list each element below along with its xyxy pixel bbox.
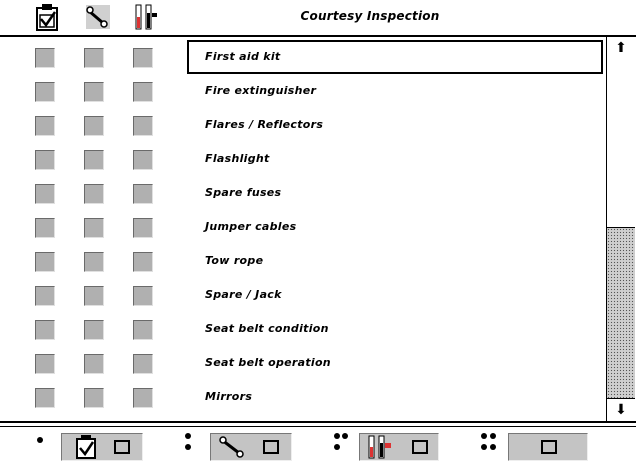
list-item-label[interactable]: Flashlight xyxy=(205,152,270,165)
list-item-label[interactable]: Seat belt operation xyxy=(205,356,331,369)
page-dot-indicator xyxy=(37,437,43,443)
list-item-label[interactable]: Spare / Jack xyxy=(205,288,282,301)
scroll-track[interactable] xyxy=(607,228,635,398)
scroll-up-arrow-icon[interactable]: ⬆ xyxy=(607,37,635,60)
wrench-icon[interactable] xyxy=(86,3,110,31)
footer-tab-3[interactable] xyxy=(359,433,439,461)
checkbox-col3[interactable] xyxy=(133,388,153,408)
checkbox-col3[interactable] xyxy=(133,184,153,204)
checkbox-col2[interactable] xyxy=(84,48,104,68)
footer-tab-toggle[interactable] xyxy=(263,440,279,454)
wrench-icon xyxy=(219,436,245,462)
checkbox-col2[interactable] xyxy=(84,82,104,102)
list-item-label[interactable]: Fire extinguisher xyxy=(205,84,316,97)
footer-tab-toggle[interactable] xyxy=(541,440,557,454)
checkbox-col3[interactable] xyxy=(133,320,153,340)
checkbox-col2[interactable] xyxy=(84,150,104,170)
list-item-label[interactable]: Tow rope xyxy=(205,254,263,267)
checkbox-col3[interactable] xyxy=(133,354,153,374)
checkbox-col2[interactable] xyxy=(84,320,104,340)
checkbox-col2[interactable] xyxy=(84,252,104,272)
footer-divider xyxy=(0,426,636,427)
list-item-label[interactable]: Seat belt condition xyxy=(205,322,329,335)
checkbox-col2[interactable] xyxy=(84,354,104,374)
scroll-thumb[interactable] xyxy=(607,59,635,228)
checkbox-col2[interactable] xyxy=(84,218,104,238)
checkbox-col1[interactable] xyxy=(35,184,55,204)
list-item-label[interactable]: Spare fuses xyxy=(205,186,281,199)
checkbox-col3[interactable] xyxy=(133,252,153,272)
checkbox-col1[interactable] xyxy=(35,388,55,408)
checkbox-col1[interactable] xyxy=(35,354,55,374)
checkbox-col1[interactable] xyxy=(35,218,55,238)
page-dot-indicator xyxy=(490,433,496,439)
list-item-label[interactable]: Flares / Reflectors xyxy=(205,118,323,131)
footer-tab-1[interactable] xyxy=(61,433,143,461)
checkbox-col1[interactable] xyxy=(35,286,55,306)
footer-tab-2[interactable] xyxy=(210,433,292,461)
scroll-down-arrow-icon[interactable]: ⬇ xyxy=(607,398,635,421)
checkbox-col3[interactable] xyxy=(133,218,153,238)
checkbox-col1[interactable] xyxy=(35,150,55,170)
clipboard-check-icon xyxy=(76,435,96,463)
checkbox-col2[interactable] xyxy=(84,116,104,136)
checkbox-col3[interactable] xyxy=(133,82,153,102)
checkbox-col2[interactable] xyxy=(84,388,104,408)
content-divider xyxy=(0,421,636,423)
list-item-label[interactable]: First aid kit xyxy=(205,50,281,63)
list-item-label[interactable]: Jumper cables xyxy=(205,220,296,233)
page-dot-indicator xyxy=(185,433,191,439)
page-dot-indicator xyxy=(334,444,340,450)
checkbox-col3[interactable] xyxy=(133,116,153,136)
checkbox-col1[interactable] xyxy=(35,116,55,136)
checkbox-col3[interactable] xyxy=(133,150,153,170)
page-dot-indicator xyxy=(481,433,487,439)
page-dot-indicator xyxy=(481,444,487,450)
checkbox-col1[interactable] xyxy=(35,320,55,340)
gauge-icon xyxy=(368,435,394,463)
page-dot-indicator xyxy=(334,433,340,439)
checkbox-col1[interactable] xyxy=(35,48,55,68)
page-dot-indicator xyxy=(490,444,496,450)
checkbox-col1[interactable] xyxy=(35,82,55,102)
footer-tab-toggle[interactable] xyxy=(114,440,130,454)
header-divider xyxy=(0,35,636,37)
checkbox-col1[interactable] xyxy=(35,252,55,272)
list-item-label[interactable]: Mirrors xyxy=(205,390,252,403)
gauge-icon[interactable] xyxy=(134,3,157,31)
checkbox-col2[interactable] xyxy=(84,286,104,306)
checkbox-col2[interactable] xyxy=(84,184,104,204)
footer-tab-4[interactable] xyxy=(508,433,588,461)
page-dot-indicator xyxy=(185,444,191,450)
page-title: Courtesy Inspection xyxy=(300,9,440,23)
clipboard-check-icon[interactable] xyxy=(36,3,58,31)
page-dot-indicator xyxy=(342,433,348,439)
checkbox-col3[interactable] xyxy=(133,286,153,306)
checkbox-col3[interactable] xyxy=(133,48,153,68)
footer-tab-toggle[interactable] xyxy=(412,440,428,454)
